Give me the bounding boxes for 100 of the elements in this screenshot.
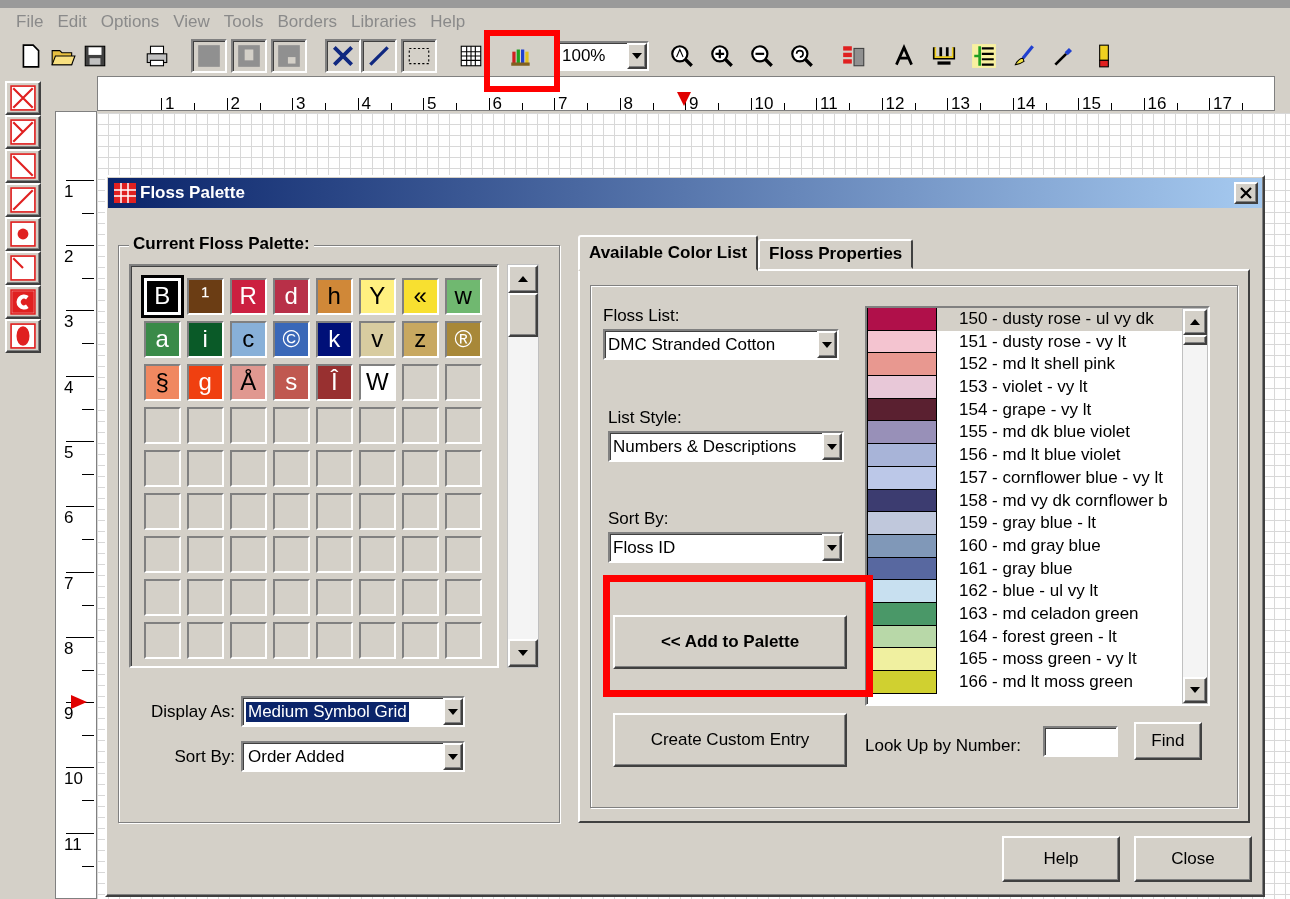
list-item[interactable]: 150 - dusty rose - ul vy dk bbox=[937, 308, 1182, 331]
floss-swatch[interactable]: g bbox=[187, 364, 224, 401]
empty-cell[interactable] bbox=[187, 579, 224, 616]
floss-swatch[interactable]: Y bbox=[359, 278, 396, 315]
empty-cell[interactable] bbox=[273, 536, 310, 573]
empty-cell[interactable] bbox=[144, 450, 181, 487]
floss-swatch[interactable]: h bbox=[316, 278, 353, 315]
floss-swatch[interactable]: z bbox=[402, 321, 439, 358]
empty-cell[interactable] bbox=[187, 622, 224, 659]
empty-cell[interactable] bbox=[445, 493, 482, 530]
dropdown-arrow-button[interactable] bbox=[443, 743, 463, 770]
scroll-thumb[interactable] bbox=[508, 293, 538, 337]
slash-icon[interactable] bbox=[10, 186, 36, 213]
zoom-dropdown[interactable]: 100% bbox=[557, 40, 649, 71]
create-custom-entry-button[interactable]: Create Custom Entry bbox=[613, 713, 847, 767]
zoom-out-icon[interactable] bbox=[749, 42, 775, 69]
floss-swatch[interactable]: k bbox=[316, 321, 353, 358]
scroll-thumb[interactable] bbox=[1183, 335, 1207, 345]
empty-cell[interactable] bbox=[359, 407, 396, 444]
empty-cell[interactable] bbox=[445, 536, 482, 573]
dropdown[interactable]: DMC Stranded Cotton bbox=[603, 329, 839, 360]
empty-cell[interactable] bbox=[144, 407, 181, 444]
floss-swatch[interactable]: § bbox=[144, 364, 181, 401]
empty-cell[interactable] bbox=[402, 536, 439, 573]
empty-cell[interactable] bbox=[402, 450, 439, 487]
square-icon[interactable] bbox=[196, 42, 222, 69]
paste-icon[interactable] bbox=[276, 42, 302, 69]
zoom-in-icon[interactable] bbox=[709, 42, 735, 69]
floss-swatch[interactable]: Å bbox=[230, 364, 267, 401]
floss-swatch[interactable]: « bbox=[402, 278, 439, 315]
empty-cell[interactable] bbox=[402, 493, 439, 530]
empty-cell[interactable] bbox=[316, 450, 353, 487]
dropdown-arrow-button[interactable] bbox=[822, 534, 842, 561]
empty-cell[interactable] bbox=[445, 450, 482, 487]
empty-cell[interactable] bbox=[445, 622, 482, 659]
scrollbar[interactable] bbox=[1182, 308, 1208, 704]
empty-cell[interactable] bbox=[316, 579, 353, 616]
dialog-button[interactable]: Close bbox=[1134, 836, 1252, 882]
short-stitch-icon[interactable] bbox=[10, 254, 36, 281]
copy-icon[interactable] bbox=[236, 42, 262, 69]
empty-cell[interactable] bbox=[445, 407, 482, 444]
empty-cell[interactable] bbox=[144, 536, 181, 573]
full-cross-icon[interactable] bbox=[10, 84, 36, 111]
tab[interactable]: Available Color List bbox=[578, 235, 759, 271]
floss-swatch[interactable]: v bbox=[359, 321, 396, 358]
empty-cell[interactable] bbox=[230, 622, 267, 659]
scrollbar[interactable] bbox=[507, 264, 539, 668]
scroll-up-button[interactable] bbox=[1183, 309, 1207, 335]
empty-cell[interactable] bbox=[230, 450, 267, 487]
floss-swatch[interactable]: R bbox=[230, 278, 267, 315]
half-cross-icon[interactable] bbox=[10, 118, 36, 145]
dropdown-arrow-button[interactable] bbox=[627, 42, 647, 69]
empty-cell[interactable] bbox=[359, 622, 396, 659]
empty-cell[interactable] bbox=[144, 579, 181, 616]
zoom-fit-icon[interactable] bbox=[789, 42, 815, 69]
empty-cell[interactable] bbox=[402, 407, 439, 444]
dropdown-arrow-button[interactable] bbox=[822, 433, 842, 460]
empty-cell[interactable] bbox=[359, 493, 396, 530]
empty-cell[interactable] bbox=[230, 579, 267, 616]
empty-cell[interactable] bbox=[402, 364, 439, 401]
floss-swatch[interactable]: i bbox=[187, 321, 224, 358]
empty-cell[interactable] bbox=[187, 536, 224, 573]
empty-cell[interactable] bbox=[316, 407, 353, 444]
empty-cell[interactable] bbox=[273, 493, 310, 530]
find-button[interactable]: Find bbox=[1133, 722, 1202, 760]
empty-cell[interactable] bbox=[445, 579, 482, 616]
tab[interactable]: Floss Properties bbox=[758, 239, 914, 269]
empty-cell[interactable] bbox=[230, 407, 267, 444]
empty-cell[interactable] bbox=[230, 536, 267, 573]
empty-cell[interactable] bbox=[359, 536, 396, 573]
dropdown[interactable]: Order Added bbox=[241, 741, 465, 772]
floss-swatch[interactable]: ¹ bbox=[187, 278, 224, 315]
add-to-palette-button[interactable]: << Add to Palette bbox=[613, 615, 847, 669]
empty-cell[interactable] bbox=[316, 493, 353, 530]
empty-cell[interactable] bbox=[273, 579, 310, 616]
dropdown[interactable]: Medium Symbol Grid bbox=[241, 696, 465, 727]
lines-icon[interactable] bbox=[971, 42, 997, 69]
floss-swatch[interactable]: a bbox=[144, 321, 181, 358]
dialog-button[interactable]: Help bbox=[1002, 836, 1120, 882]
floss-swatch[interactable]: B bbox=[144, 278, 181, 315]
empty-cell[interactable] bbox=[316, 622, 353, 659]
empty-cell[interactable] bbox=[402, 579, 439, 616]
empty-cell[interactable] bbox=[445, 364, 482, 401]
empty-cell[interactable] bbox=[187, 450, 224, 487]
scroll-down-button[interactable] bbox=[1183, 677, 1207, 703]
floss-swatch[interactable]: c bbox=[230, 321, 267, 358]
empty-cell[interactable] bbox=[144, 622, 181, 659]
empty-cell[interactable] bbox=[359, 579, 396, 616]
empty-cell[interactable] bbox=[187, 493, 224, 530]
zoom-icon[interactable] bbox=[669, 42, 695, 69]
floss-swatch[interactable]: w bbox=[445, 278, 482, 315]
empty-cell[interactable] bbox=[230, 493, 267, 530]
empty-cell[interactable] bbox=[402, 622, 439, 659]
arc-icon[interactable] bbox=[10, 288, 36, 315]
scroll-up-button[interactable] bbox=[508, 265, 538, 293]
floss-swatch[interactable]: Î bbox=[316, 364, 353, 401]
floss-swatch[interactable]: W bbox=[359, 364, 396, 401]
dropdown-arrow-button[interactable] bbox=[817, 331, 837, 358]
scroll-down-button[interactable] bbox=[508, 639, 538, 667]
empty-cell[interactable] bbox=[359, 450, 396, 487]
